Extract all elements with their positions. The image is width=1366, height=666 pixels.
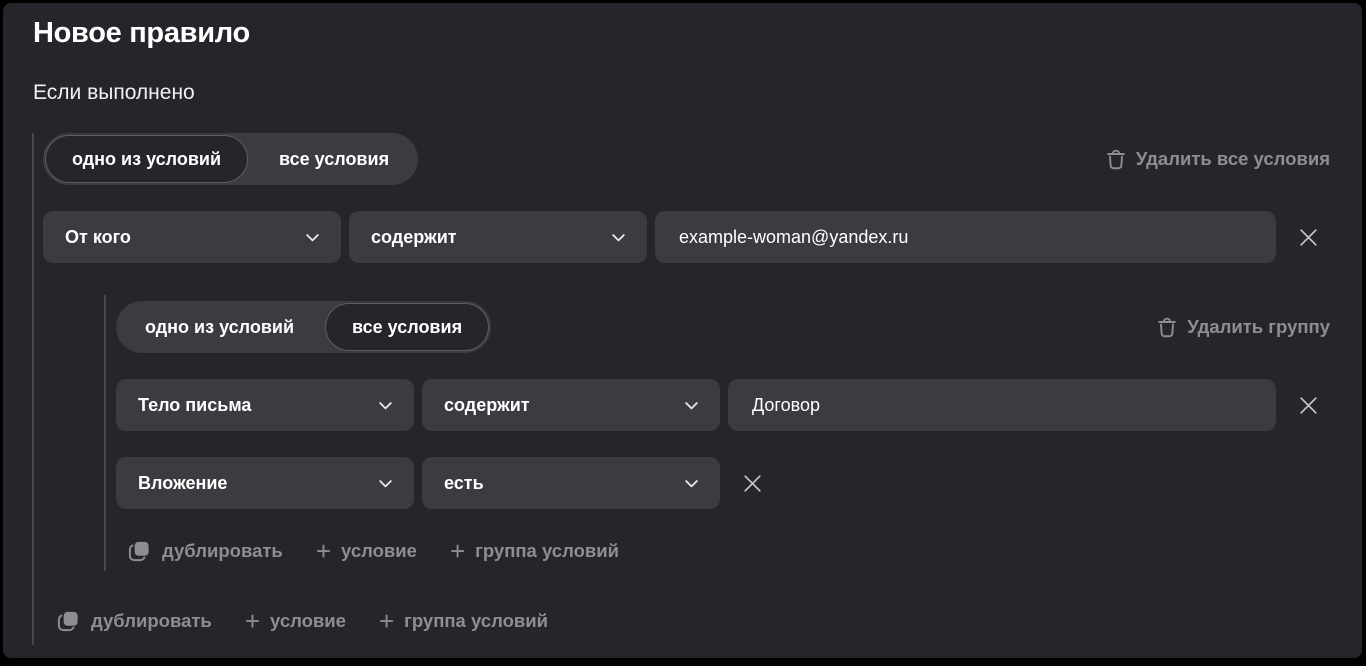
page-title: Новое правило	[33, 17, 1330, 50]
inner-group-actions: дублировать + условие + группа условий	[116, 538, 1330, 563]
trash-icon	[1157, 316, 1177, 338]
remove-condition-body-button[interactable]	[1286, 383, 1330, 427]
operator-select-body[interactable]: содержит	[422, 379, 720, 431]
field-select-from-value: От кого	[65, 227, 131, 248]
plus-icon: +	[379, 611, 394, 631]
trash-icon	[1106, 148, 1126, 170]
chevron-down-icon	[683, 475, 700, 492]
add-group-outer-button[interactable]: + группа условий	[379, 610, 548, 632]
if-section-heading: Если выполнено	[33, 81, 1330, 105]
condition-row-body: Тело письма содержит	[116, 379, 1330, 431]
new-rule-editor: Новое правило Если выполнено одно из усл…	[3, 3, 1362, 658]
duplicate-group-label: дублировать	[162, 540, 283, 562]
close-icon	[1295, 392, 1322, 419]
chevron-down-icon	[377, 475, 394, 492]
inner-mode-all-label: все условия	[352, 317, 462, 338]
delete-all-conditions-button[interactable]: Удалить все условия	[1106, 148, 1330, 170]
close-icon	[739, 470, 766, 497]
add-condition-outer-button[interactable]: + условие	[245, 610, 346, 632]
add-group-inner-button[interactable]: + группа условий	[450, 540, 619, 562]
chevron-down-icon	[683, 397, 700, 414]
outer-group-header: одно из условий все условия Удалить все …	[43, 133, 1330, 185]
inner-condition-group: одно из условий все условия Удалит	[104, 295, 1330, 571]
inner-mode-one-of-option[interactable]: одно из условий	[118, 303, 321, 351]
plus-icon: +	[450, 541, 465, 561]
chevron-down-icon	[377, 397, 394, 414]
outer-mode-all-label: все условия	[279, 149, 389, 170]
add-group-inner-label: группа условий	[475, 540, 619, 562]
value-input-body[interactable]	[728, 379, 1276, 431]
value-input-from[interactable]	[655, 211, 1276, 263]
chevron-down-icon	[610, 229, 627, 246]
delete-group-label: Удалить группу	[1187, 316, 1330, 338]
field-select-body-value: Тело письма	[138, 395, 251, 416]
inner-mode-all-option[interactable]: все условия	[325, 303, 489, 351]
duplicate-icon	[127, 538, 152, 563]
outer-mode-all-option[interactable]: все условия	[252, 135, 416, 183]
plus-icon: +	[245, 611, 260, 631]
chevron-down-icon	[304, 229, 321, 246]
duplicate-rule-button[interactable]: дублировать	[56, 608, 212, 633]
operator-select-body-value: содержит	[444, 395, 530, 416]
remove-condition-from-button[interactable]	[1286, 215, 1330, 259]
field-select-attachment-value: Вложение	[138, 473, 227, 494]
field-select-from[interactable]: От кого	[43, 211, 341, 263]
operator-select-attachment[interactable]: есть	[422, 457, 720, 509]
delete-all-conditions-label: Удалить все условия	[1136, 148, 1330, 170]
add-condition-inner-button[interactable]: + условие	[316, 540, 417, 562]
inner-mode-one-of-label: одно из условий	[145, 317, 294, 338]
condition-row-from: От кого содержит	[43, 211, 1330, 263]
plus-icon: +	[316, 541, 331, 561]
add-condition-inner-label: условие	[341, 540, 417, 562]
outer-group-actions: дублировать + условие + группа условий	[43, 608, 1330, 633]
operator-select-from[interactable]: содержит	[349, 211, 647, 263]
field-select-attachment[interactable]: Вложение	[116, 457, 414, 509]
inner-group-header: одно из условий все условия Удалит	[116, 301, 1330, 353]
close-icon	[1295, 224, 1322, 251]
condition-row-attachment: Вложение есть	[116, 457, 1330, 509]
add-condition-outer-label: условие	[270, 610, 346, 632]
outer-mode-one-of-label: одно из условий	[72, 149, 221, 170]
field-select-body[interactable]: Тело письма	[116, 379, 414, 431]
outer-mode-one-of-option[interactable]: одно из условий	[45, 135, 248, 183]
delete-group-button[interactable]: Удалить группу	[1157, 316, 1330, 338]
operator-select-attachment-value: есть	[444, 473, 484, 494]
remove-condition-attachment-button[interactable]	[730, 461, 774, 505]
duplicate-rule-label: дублировать	[91, 610, 212, 632]
duplicate-group-button[interactable]: дублировать	[127, 538, 283, 563]
duplicate-icon	[56, 608, 81, 633]
outer-match-mode-toggle: одно из условий все условия	[43, 133, 418, 185]
inner-match-mode-toggle: одно из условий все условия	[116, 301, 491, 353]
outer-condition-group: одно из условий все условия Удалить все …	[32, 133, 1330, 645]
operator-select-from-value: содержит	[371, 227, 457, 248]
add-group-outer-label: группа условий	[404, 610, 548, 632]
